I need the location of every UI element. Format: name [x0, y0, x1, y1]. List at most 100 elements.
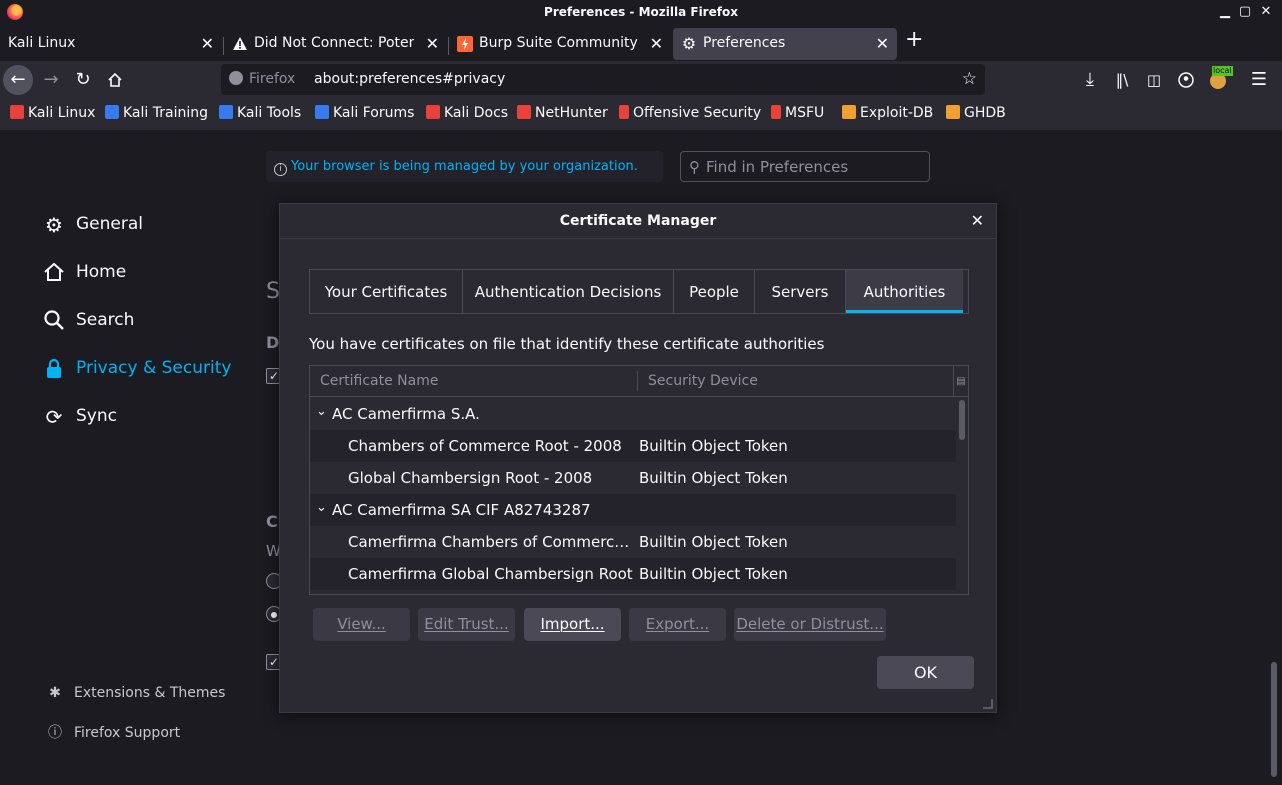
bookmark-kali-docs[interactable]: Kali Docs — [426, 105, 508, 121]
forward-button[interactable]: → — [36, 65, 66, 95]
library-button[interactable]: ‖\ — [1107, 65, 1137, 95]
bookmark-exploit-db[interactable]: Exploit-DB — [842, 105, 933, 121]
tab-kali-linux[interactable]: Kali Linux ✕ — [0, 28, 222, 60]
scrollbar-thumb[interactable] — [959, 400, 965, 440]
category-label: General — [76, 214, 143, 234]
view-button[interactable]: View... — [313, 608, 410, 641]
column-picker-icon[interactable]: ▤ — [953, 366, 968, 397]
extensions-themes-link[interactable]: ✱ Extensions & Themes — [46, 685, 225, 701]
bookmark-label: Offensive Security — [633, 105, 762, 121]
cert-device: Builtin Object Token — [639, 437, 788, 455]
exploit-db-icon — [946, 105, 960, 119]
authorities-description: You have certificates on file that ident… — [309, 335, 825, 353]
firefox-support-link[interactable]: ⓘ Firefox Support — [46, 722, 180, 742]
tab-authentication-decisions[interactable]: Authentication Decisions — [463, 270, 673, 313]
warning-icon — [232, 36, 248, 52]
local-badge: local — [1212, 66, 1233, 76]
bookmarks-toolbar: Kali Linux Kali Training Kali Tools Kali… — [0, 98, 1282, 130]
tree-row[interactable]: Global Chambersign Root - 2008 Builtin O… — [310, 462, 956, 494]
tab-preferences[interactable]: ⚙ Preferences ✕ — [673, 28, 897, 60]
column-certificate-name[interactable]: Certificate Name — [320, 373, 438, 389]
kali-icon — [105, 105, 119, 119]
foxyproxy-button[interactable]: local — [1203, 65, 1233, 95]
bookmark-star-icon[interactable]: ☆ — [962, 69, 977, 89]
tab-people[interactable]: People — [674, 270, 754, 313]
tab-close-icon[interactable]: ✕ — [426, 34, 439, 53]
dialog-close-button[interactable]: ✕ — [971, 211, 984, 230]
navigation-bar: ← → ↻ Firefox about:preferences#privacy … — [0, 61, 1282, 98]
tree-group-row[interactable]: ⌄ AC Camerfirma S.A. — [310, 398, 956, 430]
column-security-device[interactable]: Security Device — [648, 373, 758, 389]
maximize-button[interactable]: ▢ — [1237, 4, 1253, 20]
tab-burp-suite[interactable]: Burp Suite Community Ed ✕ — [449, 28, 671, 60]
nethunter-icon — [517, 105, 531, 119]
certificate-tree[interactable]: Certificate Name Security Device ▤ ⌄ AC … — [309, 365, 969, 595]
minimize-button[interactable]: ▁ — [1217, 4, 1233, 20]
firefox-identity-icon — [229, 71, 243, 85]
tree-row[interactable]: Camerfirma Chambers of Commerce Ro... Bu… — [310, 526, 956, 558]
tab-label: Did Not Connect: Potenti — [254, 35, 414, 51]
bookmark-nethunter[interactable]: NetHunter — [517, 105, 608, 121]
tree-row[interactable]: Camerfirma Global Chambersign Root Built… — [310, 558, 956, 590]
tab-servers[interactable]: Servers — [755, 270, 845, 313]
tab-did-not-connect[interactable]: Did Not Connect: Potenti ✕ — [224, 28, 447, 60]
bookmark-ghdb[interactable]: GHDB — [946, 105, 1006, 121]
tab-your-certificates[interactable]: Your Certificates — [310, 270, 462, 313]
gear-icon: ⚙ — [45, 213, 63, 237]
tree-row[interactable]: Chambers of Commerce Root - 2008 Builtin… — [310, 430, 956, 462]
bookmark-msfu[interactable]: MSFU — [771, 105, 824, 121]
find-in-preferences-input[interactable]: ⚲ Find in Preferences — [680, 151, 930, 182]
bookmark-kali-forums[interactable]: Kali Forums — [315, 105, 414, 121]
new-tab-button[interactable]: + — [901, 25, 927, 57]
search-icon — [42, 309, 66, 333]
edit-trust-button[interactable]: Edit Trust... — [418, 608, 515, 641]
kali-icon — [219, 105, 233, 119]
home-button[interactable] — [100, 65, 130, 95]
close-window-button[interactable]: ✕ — [1258, 4, 1274, 20]
lock-icon — [42, 357, 66, 381]
certificate-manager-dialog: Certificate Manager ✕ Your Certificates … — [279, 203, 997, 713]
tab-close-icon[interactable]: ✕ — [650, 34, 663, 53]
search-icon: ⚲ — [689, 158, 700, 176]
menu-button[interactable]: ☰ — [1244, 65, 1274, 95]
sidebar-button[interactable]: ◫ — [1139, 65, 1169, 95]
cert-name: Global Chambersign Root - 2008 — [348, 469, 593, 487]
cert-name: AC Camerfirma SA CIF A82743287 — [332, 501, 591, 519]
identity-box[interactable]: Firefox — [229, 71, 295, 87]
section-heading-fragment: C — [266, 512, 278, 531]
plus-icon: + — [905, 27, 924, 52]
offsec-icon — [619, 105, 629, 119]
account-button[interactable] — [1171, 65, 1201, 95]
export-button[interactable]: Export... — [629, 608, 726, 641]
scrollbar-thumb[interactable] — [1271, 662, 1277, 777]
cert-name: Chambers of Commerce Root - 2008 — [348, 437, 622, 455]
chevron-down-icon[interactable]: ⌄ — [316, 500, 327, 515]
bookmark-kali-linux[interactable]: Kali Linux — [10, 105, 95, 121]
tree-group-row[interactable]: ⌄ AC Camerfirma SA CIF A82743287 — [310, 494, 956, 526]
downloads-button[interactable]: ⤓ — [1075, 65, 1105, 95]
column-separator[interactable] — [637, 371, 638, 391]
resize-grip-icon[interactable] — [983, 699, 993, 709]
bookmark-kali-training[interactable]: Kali Training — [105, 105, 208, 121]
bookmark-kali-tools[interactable]: Kali Tools — [219, 105, 301, 121]
bookmark-offensive-security[interactable]: Offensive Security — [619, 105, 761, 121]
ok-button[interactable]: OK — [877, 656, 974, 689]
managed-notice[interactable]: i Your browser is being managed by your o… — [266, 151, 663, 182]
back-button[interactable]: ← — [3, 65, 33, 95]
chevron-down-icon[interactable]: ⌄ — [316, 404, 327, 419]
tab-close-icon[interactable]: ✕ — [876, 34, 889, 53]
url-text[interactable]: about:preferences#privacy — [314, 71, 505, 87]
import-button[interactable]: Import... — [524, 608, 621, 641]
cert-name: AC Camerfirma S.A. — [332, 405, 480, 423]
reload-button[interactable]: ↻ — [68, 65, 98, 95]
delete-distrust-button[interactable]: Delete or Distrust... — [734, 608, 886, 641]
title-bar: Preferences - Mozilla Firefox ▁ ▢ ✕ — [0, 0, 1282, 25]
url-bar[interactable]: Firefox about:preferences#privacy ☆ — [221, 64, 985, 95]
tab-authorities[interactable]: Authorities — [846, 270, 963, 313]
tree-scrollbar[interactable] — [956, 397, 968, 594]
kali-icon — [10, 105, 24, 119]
tab-close-icon[interactable]: ✕ — [201, 34, 214, 53]
identity-label: Firefox — [249, 71, 296, 87]
page-scrollbar[interactable] — [1267, 130, 1282, 785]
find-placeholder: Find in Preferences — [706, 158, 849, 176]
